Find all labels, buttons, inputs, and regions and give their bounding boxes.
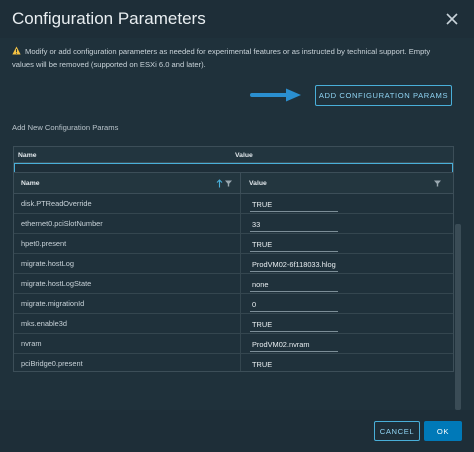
dialog-content: Modify or add configuration parameters a… xyxy=(0,38,474,410)
param-value-input[interactable]: 33 xyxy=(250,218,338,232)
warning-text: Modify or add configuration parameters a… xyxy=(12,47,431,69)
param-name: pciBridge0.present xyxy=(21,359,83,368)
table-row: disk.PTReadOverride TRUE xyxy=(14,194,453,214)
param-value-input[interactable]: none xyxy=(250,278,338,292)
dialog-title: Configuration Parameters xyxy=(12,9,206,28)
new-param-value-header: Value xyxy=(235,152,253,159)
configuration-parameters-dialog: Configuration Parameters Modify or add c… xyxy=(0,0,474,452)
param-value-input[interactable]: TRUE xyxy=(250,238,338,252)
param-name: nvram xyxy=(21,339,42,348)
new-param-header: Name Value xyxy=(14,147,453,163)
table-row: migrate.migrationId 0 xyxy=(14,294,453,314)
column-divider xyxy=(240,234,241,254)
column-divider xyxy=(240,334,241,354)
param-value-input[interactable]: TRUE xyxy=(250,358,338,371)
param-name: ethernet0.pciSlotNumber xyxy=(21,219,103,228)
column-divider xyxy=(240,214,241,234)
table-row: nvram ProdVM02.nvram xyxy=(14,334,453,354)
add-configuration-params-button[interactable]: ADD CONFIGURATION PARAMS xyxy=(315,85,452,106)
scrollbar-thumb[interactable] xyxy=(455,224,461,410)
column-divider[interactable] xyxy=(240,173,241,194)
column-divider xyxy=(240,294,241,314)
column-divider xyxy=(240,254,241,274)
param-name: mks.enable3d xyxy=(21,319,68,328)
param-name: hpet0.present xyxy=(21,239,67,248)
params-grid: Name Value disk.PTReadOverride TRUE ethern… xyxy=(13,172,454,372)
dialog-footer: CANCEL OK xyxy=(0,410,474,452)
new-param-name-header: Name xyxy=(18,152,37,159)
cancel-button[interactable]: CANCEL xyxy=(374,421,420,441)
column-divider xyxy=(240,274,241,294)
arrow-right-icon xyxy=(250,88,301,102)
filter-icon[interactable] xyxy=(225,180,232,187)
param-name: disk.PTReadOverride xyxy=(21,199,92,208)
param-name: migrate.hostLog xyxy=(21,259,74,268)
param-name: migrate.hostLogState xyxy=(21,279,92,288)
sort-ascending-icon[interactable] xyxy=(216,179,223,188)
params-value-header[interactable]: Value xyxy=(249,180,267,187)
param-value-input[interactable]: TRUE xyxy=(250,318,338,332)
warning-icon xyxy=(12,46,21,55)
warning-message: Modify or add configuration parameters a… xyxy=(12,46,454,71)
column-divider xyxy=(240,354,241,371)
table-row: mks.enable3d TRUE xyxy=(14,314,453,334)
table-row: migrate.hostLogState none xyxy=(14,274,453,294)
param-value-input[interactable]: TRUE xyxy=(250,198,338,212)
param-name: migrate.migrationId xyxy=(21,299,85,308)
param-value-input[interactable]: ProdVM02-6f118033.hlog xyxy=(250,258,338,272)
close-icon[interactable] xyxy=(444,11,460,27)
table-row: migrate.hostLog ProdVM02-6f118033.hlog xyxy=(14,254,453,274)
param-value-input[interactable]: 0 xyxy=(250,298,338,312)
column-divider xyxy=(240,194,241,214)
filter-icon[interactable] xyxy=(434,180,441,187)
table-row: pciBridge0.present TRUE xyxy=(14,354,453,371)
column-divider xyxy=(240,314,241,334)
table-row: ethernet0.pciSlotNumber 33 xyxy=(14,214,453,234)
param-value-input[interactable]: ProdVM02.nvram xyxy=(250,338,338,352)
add-new-section-label: Add New Configuration Params xyxy=(12,123,119,132)
params-grid-header: Name Value xyxy=(14,173,453,194)
ok-button[interactable]: OK xyxy=(424,421,462,441)
table-row: hpet0.present TRUE xyxy=(14,234,453,254)
params-name-header[interactable]: Name xyxy=(21,180,40,187)
